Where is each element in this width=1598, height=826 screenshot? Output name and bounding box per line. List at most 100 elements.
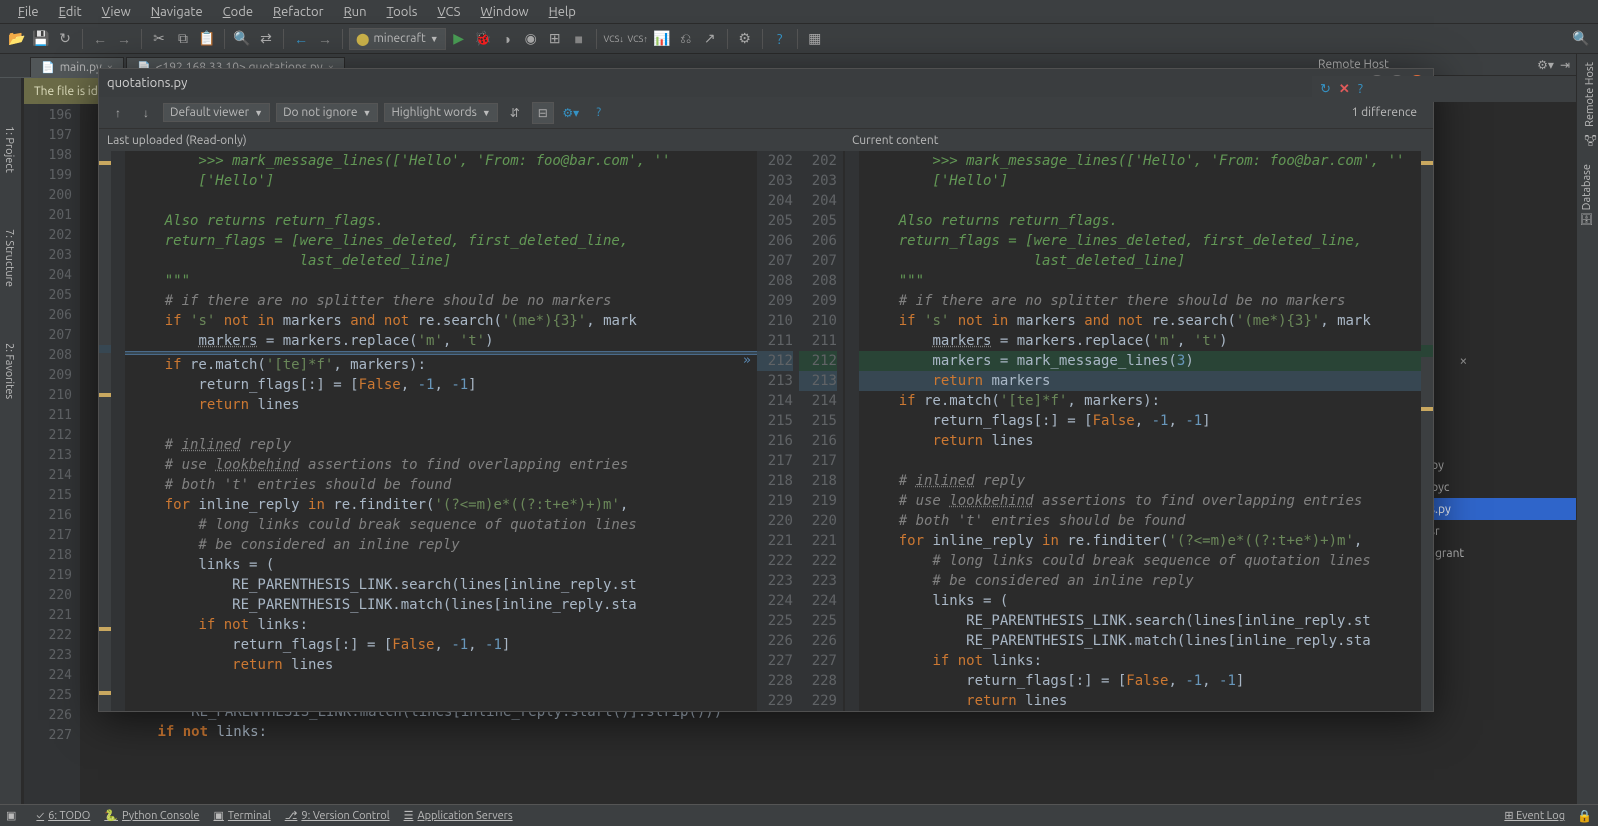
remote-help-icon[interactable]: ? (1358, 82, 1363, 96)
coverage-icon[interactable]: ◑ (496, 28, 518, 50)
highlight-dropdown[interactable]: Highlight words▼ (384, 103, 497, 122)
gear-icon[interactable]: ⚙▾ (1537, 58, 1554, 72)
vcs-update-icon[interactable]: VCS↓ (603, 28, 625, 50)
code-line: RE_PARENTHESIS_LINK.match(lines[inline_r… (859, 631, 1421, 651)
code-line: if not links: (125, 615, 757, 635)
code-line: return_flags[:] = [False, -1, -1] (125, 375, 757, 395)
sync-scroll-icon[interactable]: ⊟ (532, 102, 554, 124)
undo-icon[interactable]: ← (89, 28, 111, 50)
forward-icon[interactable]: → (314, 28, 336, 50)
prev-diff-icon[interactable]: ↑ (107, 102, 129, 124)
vcs-commit-icon[interactable]: VCS↑ (627, 28, 649, 50)
chevron-down-icon: ▼ (430, 34, 439, 44)
diff-title: quotations.py (107, 76, 187, 90)
code-line: # long links could break sequence of quo… (859, 551, 1421, 571)
left-tab-7--structure[interactable]: 7: Structure (0, 221, 18, 295)
run-config-dropdown[interactable]: ⬤ minecraft ▼ (349, 28, 446, 50)
code-line: # use lookbehind assertions to find over… (859, 491, 1421, 511)
menu-run[interactable]: Run (334, 3, 377, 21)
code-line: >>> mark_message_lines(['Hello', 'From: … (125, 151, 757, 171)
code-line: >>> mark_message_lines(['Hello', 'From: … (859, 151, 1421, 171)
next-diff-icon[interactable]: ↓ (135, 102, 157, 124)
debug-icon[interactable]: 🐞 (472, 28, 494, 50)
help-icon[interactable]: ? (769, 28, 791, 50)
settings-gear-icon[interactable]: ⚙▾ (560, 102, 582, 124)
tool-window-toggle-icon[interactable]: ▣ (6, 809, 16, 822)
paste-icon[interactable]: 📋 (196, 28, 218, 50)
run-config-label: minecraft (373, 32, 425, 45)
diff-right-code[interactable]: >>> mark_message_lines(['Hello', 'From: … (859, 151, 1421, 711)
vcs-revert-icon[interactable]: ⎌ (675, 28, 697, 50)
code-line: return_flags[:] = [False, -1, -1] (859, 671, 1421, 691)
code-line: markers = markers.replace('m', 't') (125, 331, 757, 351)
code-line (859, 191, 1421, 211)
statusbar-application-servers[interactable]: ☰Application Servers (404, 809, 513, 822)
diff-mid-gutters: 202203204205206207208209210211»212213214… (757, 151, 845, 711)
replace-icon[interactable]: ⇄ (255, 28, 277, 50)
code-line: # both 't' entries should be found (859, 511, 1421, 531)
statusbar-terminal[interactable]: ▣Terminal (213, 809, 270, 822)
menu-tools[interactable]: Tools (377, 3, 428, 21)
statusbar-6--todo[interactable]: ✓6: TODO (36, 810, 90, 822)
file-identical-notice: The file is identical to ... (24, 78, 99, 104)
concurrency-icon[interactable]: ⊞ (544, 28, 566, 50)
back-icon[interactable]: ← (290, 28, 312, 50)
profile-icon[interactable]: ◉ (520, 28, 542, 50)
code-line: # both 't' entries should be found (125, 475, 757, 495)
save-icon[interactable]: 💾 (30, 28, 52, 50)
statusbar-9--version-control[interactable]: ⎇9: Version Control (285, 809, 390, 822)
code-line: return lines (125, 395, 757, 415)
code-line: RE_PARENTHESIS_LINK.search(lines[inline_… (125, 575, 757, 595)
diff-body: >>> mark_message_lines(['Hello', 'From: … (99, 151, 1433, 711)
diff-left-pane: >>> mark_message_lines(['Hello', 'From: … (111, 151, 757, 711)
open-icon[interactable]: 📂 (6, 28, 28, 50)
menu-edit[interactable]: Edit (49, 3, 92, 21)
code-line: if re.match('[te]*f', markers): (859, 391, 1421, 411)
left-tab-2--favorites[interactable]: 2: Favorites (0, 335, 18, 407)
code-line: # be considered an inline reply (859, 571, 1421, 591)
settings-icon[interactable]: ⚙ (734, 28, 756, 50)
menu-code[interactable]: Code (213, 3, 263, 21)
stop-icon[interactable]: ■ (568, 28, 590, 50)
collapse-icon[interactable]: ⇵ (504, 102, 526, 124)
viewer-dropdown[interactable]: Default viewer▼ (163, 103, 270, 122)
diff-help-icon[interactable]: ? (588, 102, 610, 124)
code-line: last_deleted_line] (859, 251, 1421, 271)
run-icon[interactable]: ▶ (448, 28, 470, 50)
ignore-dropdown[interactable]: Do not ignore▼ (276, 103, 378, 122)
right-tab-database[interactable]: 🗄 Database (1577, 156, 1596, 235)
menu-view[interactable]: View (92, 3, 141, 21)
vcs-history-icon[interactable]: 📊 (651, 28, 673, 50)
menu-refactor[interactable]: Refactor (263, 3, 334, 21)
code-line: if 's' not in markers and not re.search(… (125, 311, 757, 331)
cut-icon[interactable]: ✂ (148, 28, 170, 50)
hide-icon[interactable]: ⇥ (1560, 58, 1570, 72)
find-icon[interactable]: 🔍 (231, 28, 253, 50)
remote-close-icon[interactable]: ✕ (1339, 82, 1350, 97)
sync-icon[interactable]: ↻ (54, 28, 76, 50)
statusbar-python-console[interactable]: 🐍Python Console (104, 809, 199, 822)
diff-header-left: Last uploaded (Read-only) (99, 129, 766, 151)
statusbar: ▣ ✓6: TODO 🐍Python Console ▣Terminal ⎇9: Ver… (0, 804, 1598, 826)
code-line: Also returns return_flags. (859, 211, 1421, 231)
vcs-push-icon[interactable]: ↗ (699, 28, 721, 50)
redo-icon[interactable]: → (113, 28, 135, 50)
menu-file[interactable]: File (8, 3, 49, 21)
event-log[interactable]: ⊞ Event Log (1504, 809, 1565, 822)
ext-icon[interactable]: ▦ (804, 28, 826, 50)
copy-icon[interactable]: ⧉ (172, 28, 194, 50)
right-tab-remote-host[interactable]: 🖧 Remote Host (1577, 54, 1598, 156)
menu-navigate[interactable]: Navigate (141, 3, 213, 21)
menu-window[interactable]: Window (470, 3, 538, 21)
diff-left-code[interactable]: >>> mark_message_lines(['Hello', 'From: … (125, 151, 757, 711)
search-everywhere-icon[interactable]: 🔍 (1570, 28, 1592, 50)
diff-headers: Last uploaded (Read-only) Current conten… (99, 129, 1433, 151)
remote-refresh-icon[interactable]: ↻ (1320, 82, 1331, 97)
menu-help[interactable]: Help (539, 3, 586, 21)
right-overview-ruler (1421, 151, 1433, 711)
lock-icon[interactable]: 🔒 (1577, 809, 1592, 823)
menu-vcs[interactable]: VCS (427, 3, 470, 21)
code-line: # if there are no splitter there should … (125, 291, 757, 311)
left-tab-1--project[interactable]: 1: Project (0, 118, 18, 181)
right-fold-gutter (845, 151, 859, 711)
